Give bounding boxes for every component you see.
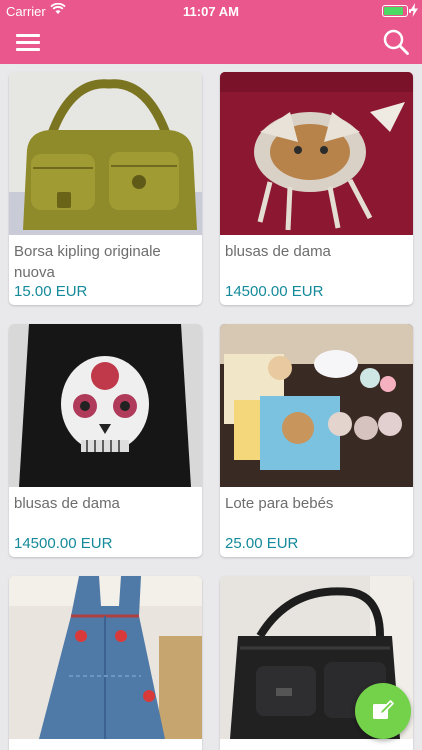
battery-icon <box>382 5 411 17</box>
status-time: 11:07 AM <box>183 4 239 19</box>
listing-photo <box>9 72 202 235</box>
listing-photo <box>9 576 202 739</box>
listing-card[interactable]: blusas de dama 14500.00 EUR <box>9 324 202 557</box>
listing-title: Lote para bebés <box>225 495 334 512</box>
charging-bolt-icon <box>410 3 418 17</box>
menu-button[interactable] <box>14 31 42 53</box>
compose-button[interactable] <box>355 683 411 739</box>
listing-price: 14500.00 EUR <box>225 283 324 300</box>
baby-items-image <box>220 324 413 487</box>
listing-photo <box>220 324 413 487</box>
shoulder-bag-image <box>9 72 202 235</box>
listing-price: 25.00 EUR <box>225 535 299 552</box>
listing-photo <box>220 72 413 235</box>
listing-title: blusas de dama <box>14 495 120 512</box>
listing-price: 14500.00 EUR <box>14 535 113 552</box>
compose-icon <box>373 700 394 719</box>
search-icon[interactable] <box>382 28 410 56</box>
status-bar: Carrier 11:07 AM <box>0 0 422 22</box>
listing-price: 15.00 EUR <box>14 283 88 300</box>
sugar-skull-top-image <box>9 324 202 487</box>
listing-photo <box>9 324 202 487</box>
listing-title: Borsa kipling originale nuova <box>14 243 161 281</box>
listing-card[interactable]: Borsa kipling originale nuova 15.00 EUR <box>9 72 202 305</box>
listing-title: blusas de dama <box>225 243 331 260</box>
app-header: Carrier 11:07 AM <box>0 0 422 64</box>
denim-dress-image <box>9 576 202 739</box>
listing-card[interactable]: blusas de dama 14500.00 EUR <box>220 72 413 305</box>
dreamcatcher-top-image <box>220 72 413 235</box>
listing-card[interactable] <box>9 576 202 750</box>
listing-card[interactable]: Lote para bebés 25.00 EUR <box>220 324 413 557</box>
